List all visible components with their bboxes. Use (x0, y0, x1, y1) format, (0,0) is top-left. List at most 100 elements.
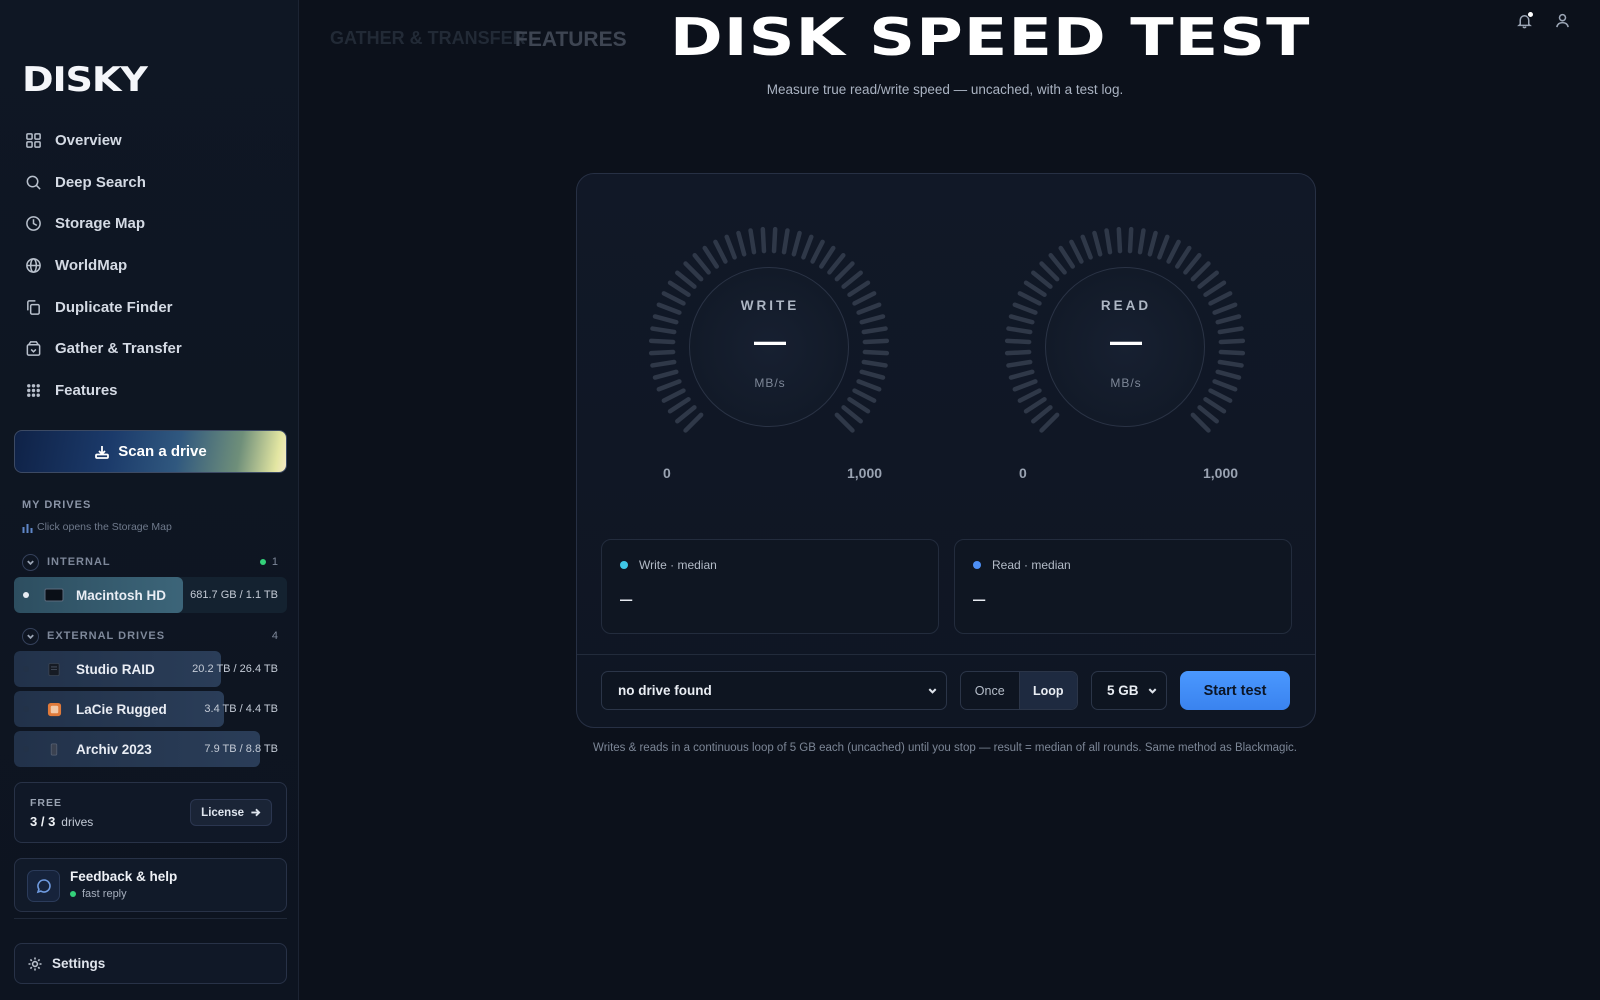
internal-group-header[interactable]: INTERNAL 1 (22, 553, 278, 571)
gauge-tick (861, 359, 888, 368)
gauge-tick (1031, 405, 1053, 424)
gauge-tick (862, 338, 890, 345)
gauge-tick (1023, 280, 1047, 297)
sidebar-item-worldmap[interactable]: WorldMap (14, 245, 286, 287)
search-icon (24, 173, 42, 191)
grid-icon (24, 132, 42, 150)
gauge-tick (1080, 234, 1093, 260)
gauge-tick (1137, 228, 1146, 255)
gauge-tick (1012, 379, 1038, 392)
laptop-icon (44, 587, 64, 603)
gauge-tick (648, 338, 676, 345)
gauge-tick (661, 388, 686, 403)
gauge-tick (1183, 253, 1202, 275)
gauge-tick (652, 314, 679, 325)
gauge-tick (1058, 245, 1075, 269)
mode-toggle[interactable]: Once Loop (960, 671, 1078, 710)
gauge-tick (1212, 302, 1238, 315)
main-content: GATHER & TRANSFER FEATURES DISK SPEED TE… (300, 0, 1600, 1000)
write-gauge-max: 1,000 (847, 465, 883, 481)
sidebar-item-label: Deep Search (55, 173, 146, 191)
gauge-tick (1215, 314, 1242, 325)
gauge-tick (834, 412, 855, 433)
gauge-tick (1048, 253, 1067, 275)
sidebar-item-gather-transfer[interactable]: Gather & Transfer (14, 328, 286, 370)
mode-loop-option[interactable]: Loop (1018, 672, 1077, 709)
gauge-tick (683, 261, 704, 282)
gauge-tick (650, 326, 677, 335)
drive-item-archiv-2023[interactable]: Archiv 2023 7.9 TB / 8.8 TB (14, 731, 287, 767)
sidebar-item-label: Gather & Transfer (55, 340, 182, 358)
scan-drive-button[interactable]: Scan a drive (14, 430, 287, 473)
raid-icon (44, 661, 64, 677)
gauge-tick (1218, 338, 1246, 345)
external-group-header[interactable]: EXTERNAL DRIVES 4 (22, 627, 278, 645)
drive-select[interactable]: no drive found (601, 671, 947, 710)
card-divider (577, 654, 1315, 655)
gauge-tick (1039, 412, 1060, 433)
chevron-down-icon[interactable] (22, 627, 39, 645)
read-gauge-max: 1,000 (1203, 465, 1239, 481)
feedback-help-button[interactable]: Feedback & help fast reply (14, 858, 287, 912)
test-size-select[interactable]: 5 GB (1091, 671, 1167, 710)
mode-once-option[interactable]: Once (961, 672, 1019, 709)
ghost-tab-gather-transfer: GATHER & TRANSFER (330, 28, 526, 48)
chevron-down-icon[interactable] (22, 553, 39, 571)
read-gauge-unit: MB/s (1110, 376, 1142, 390)
plan-usage: 3 / 3 drives (30, 814, 94, 829)
sidebar-item-storage-map[interactable]: Storage Map (14, 203, 286, 245)
notifications-button[interactable] (1516, 11, 1534, 30)
gauge-tick (801, 234, 814, 260)
gauge-tick (1190, 261, 1211, 282)
gauge-tick (1166, 239, 1181, 264)
settings-button[interactable]: Settings (14, 943, 287, 984)
gauge-tick (1104, 228, 1113, 255)
gauge-tick (1012, 302, 1038, 315)
drive-item-macintosh-hd[interactable]: Macintosh HD 681.7 GB / 1.1 TB (14, 577, 287, 613)
read-median-value: – (973, 586, 986, 611)
account-button[interactable] (1554, 12, 1572, 30)
gauge-tick (1218, 349, 1246, 356)
gauge-tick (856, 302, 882, 315)
gauge-tick (667, 397, 691, 414)
sidebar-item-overview[interactable]: Overview (14, 120, 286, 162)
drive-status-dot (23, 666, 29, 672)
drive-item-studio-raid[interactable]: Studio RAID 20.2 TB / 26.4 TB (14, 651, 287, 687)
app-logo[interactable]: DISKY (22, 60, 148, 100)
gauge-tick (650, 359, 677, 368)
gauge-tick (1147, 230, 1158, 257)
write-median-header: Write · median (620, 558, 717, 572)
license-button[interactable]: License (190, 799, 272, 826)
gauge-tick (847, 397, 871, 414)
gauge-tick (819, 245, 836, 269)
bar-chart-icon (22, 523, 33, 533)
help-title: Feedback & help (70, 869, 178, 884)
gauge-tick (847, 280, 871, 297)
gauge-tick (856, 379, 882, 392)
internal-group-title: INTERNAL (47, 556, 111, 568)
sidebar-item-duplicate-finder[interactable]: Duplicate Finder (14, 286, 286, 328)
sidebar-item-features[interactable]: Features (14, 370, 286, 412)
gauge-tick (667, 280, 691, 297)
gauge-tick (859, 369, 886, 380)
sidebar-item-deep-search[interactable]: Deep Search (14, 162, 286, 204)
drive-size: 7.9 TB / 8.8 TB (204, 743, 278, 755)
gauge-tick (1203, 280, 1227, 297)
gauge-tick (861, 326, 888, 335)
gauge-tick (1203, 397, 1227, 414)
gauge-tick (1217, 326, 1244, 335)
gauge-tick (1157, 234, 1170, 260)
read-gauge-min: 0 (1019, 465, 1027, 481)
gauge-tick (1127, 226, 1134, 254)
write-gauge: WRITE — MB/s (639, 224, 899, 444)
write-gauge-dial: WRITE — MB/s (689, 267, 849, 427)
drive-item-lacie-rugged[interactable]: LaCie Rugged 3.4 TB / 4.4 TB (14, 691, 287, 727)
read-median-header: Read · median (973, 558, 1071, 572)
start-test-button[interactable]: Start test (1180, 671, 1290, 710)
gauge-tick (771, 226, 778, 254)
gauge-tick (656, 302, 682, 315)
sidebar-item-label: Overview (55, 132, 122, 150)
gauge-tick (1215, 369, 1242, 380)
gauge-tick (683, 412, 704, 433)
gauge-tick (1008, 369, 1035, 380)
